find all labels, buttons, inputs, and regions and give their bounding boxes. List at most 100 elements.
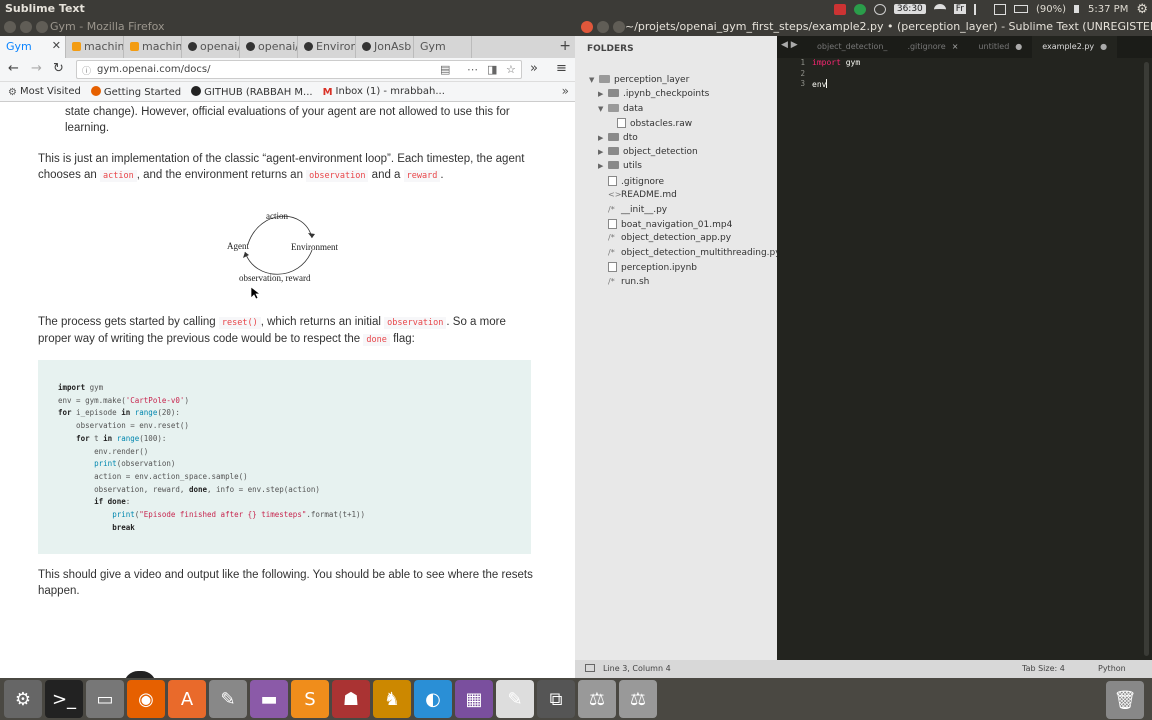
collapse-arrow-icon[interactable]: ▼ xyxy=(598,105,608,113)
presentation-icon[interactable]: ▬ xyxy=(250,680,288,718)
browser-tab[interactable]: JonAsb xyxy=(356,36,414,58)
text: . xyxy=(440,169,444,181)
tab-dirty-icon[interactable]: ● xyxy=(1100,42,1107,51)
editor-tab[interactable]: untitled ● xyxy=(968,36,1032,58)
reload-icon[interactable]: ↻ xyxy=(53,61,64,76)
tab-nav-arrows-icon[interactable]: ◀ ▶ xyxy=(781,40,798,50)
menu-hamburger-icon[interactable]: ≡ xyxy=(556,61,567,76)
window-minimize-icon[interactable] xyxy=(20,21,32,33)
tools-icon[interactable]: ✎ xyxy=(209,680,247,718)
chat-icon[interactable] xyxy=(873,3,886,15)
window-close-icon[interactable] xyxy=(581,21,593,33)
battery-level[interactable]: (90%) xyxy=(1036,4,1066,15)
media-control[interactable] xyxy=(124,671,156,678)
game2-icon[interactable]: ♞ xyxy=(373,680,411,718)
bookmarks-overflow-icon[interactable]: » xyxy=(562,84,569,98)
window1-icon[interactable]: ⧉ xyxy=(537,680,575,718)
tree-item[interactable]: <>README.md xyxy=(598,190,677,200)
tree-item[interactable]: /* object_detection_app.py xyxy=(598,233,731,243)
wifi-icon[interactable] xyxy=(933,3,946,15)
sync-icon[interactable] xyxy=(853,3,866,15)
tab-size[interactable]: Tab Size: 4 xyxy=(1022,664,1065,673)
timer-indicator[interactable]: 36:30 xyxy=(893,4,926,14)
scale1-icon[interactable]: ⚖ xyxy=(578,680,616,718)
forward-icon[interactable]: → xyxy=(31,61,42,76)
mail-icon[interactable] xyxy=(994,3,1007,15)
keyboard-layout[interactable]: Fr xyxy=(953,4,967,14)
expand-arrow-icon[interactable]: ▶ xyxy=(598,148,608,156)
expand-arrow-icon[interactable]: ▶ xyxy=(598,162,608,170)
tree-item[interactable]: boat_navigation_01.mp4 xyxy=(598,219,732,230)
info-icon[interactable]: ⓘ xyxy=(82,64,91,77)
tree-item[interactable]: .gitignore xyxy=(598,175,664,187)
syntax-selector[interactable]: Python xyxy=(1098,664,1126,673)
tree-item[interactable]: ▼ perception_layer xyxy=(589,75,689,85)
window-minimize-icon[interactable] xyxy=(597,21,609,33)
tree-item[interactable]: ▶ dto xyxy=(598,132,638,143)
reader-view-icon[interactable]: ▤ xyxy=(440,63,450,76)
browser-tab[interactable]: openai/ xyxy=(182,36,240,58)
editor-tab[interactable]: object_detection_ xyxy=(807,36,897,58)
firefox-icon[interactable]: ◉ xyxy=(127,680,165,718)
tab-close-icon[interactable]: ✕ xyxy=(52,39,61,52)
bookmark-inbox[interactable]: M Inbox (1) - mrabbah... xyxy=(323,86,445,98)
tree-item[interactable]: /* object_detection_multithreading.py xyxy=(598,248,781,258)
browser-tab[interactable]: Gym ✕ xyxy=(0,36,66,58)
trash-icon[interactable]: 🗑 xyxy=(1106,681,1144,719)
system-settings-icon[interactable]: ⚙ xyxy=(4,680,42,718)
bookmark-getting-started[interactable]: Getting Started xyxy=(90,85,181,98)
battery-icon[interactable] xyxy=(1014,5,1029,13)
mouse-cursor-icon xyxy=(250,286,260,300)
monitor-icon[interactable]: ▦ xyxy=(455,680,493,718)
bookmark-most-visited[interactable]: ⚙ Most Visited xyxy=(8,86,81,98)
browser-alt-icon[interactable]: ◐ xyxy=(414,680,452,718)
bookmark-github[interactable]: GITHUB (RABBAH M... xyxy=(191,85,313,98)
tree-item[interactable]: /* run.sh xyxy=(598,277,649,287)
editor-scrollbar[interactable] xyxy=(1144,62,1149,656)
browser-tab[interactable]: machine xyxy=(124,36,182,58)
tree-item[interactable]: /* __init__.py xyxy=(598,205,667,215)
page-actions-icon[interactable]: ⋯ xyxy=(467,63,478,76)
window-maximize-icon[interactable] xyxy=(613,21,625,33)
tree-item[interactable]: obstacles.raw xyxy=(607,118,692,129)
text-editor-icon[interactable]: ✎ xyxy=(496,680,534,718)
tree-item[interactable]: ▶ object_detection xyxy=(598,147,698,157)
back-icon[interactable]: ← xyxy=(8,61,19,76)
tree-item[interactable]: ▼ data xyxy=(598,103,643,114)
new-tab-icon[interactable]: + xyxy=(559,38,571,54)
record-icon[interactable] xyxy=(833,3,846,15)
browser-tab[interactable]: openai/ xyxy=(240,36,298,58)
url-bar[interactable]: ⓘ gym.openai.com/docs/ ▤ ⋯ ◨ ☆ xyxy=(76,60,522,79)
sublime-icon[interactable]: S xyxy=(291,680,329,718)
collapse-arrow-icon[interactable]: ▼ xyxy=(589,76,599,84)
software-center-icon[interactable]: A xyxy=(168,680,206,718)
expand-arrow-icon[interactable]: ▶ xyxy=(598,90,608,98)
clock[interactable]: 5:37 PM xyxy=(1088,4,1128,15)
volume-icon[interactable] xyxy=(1074,5,1080,13)
game-icon[interactable]: ☗ xyxy=(332,680,370,718)
tree-item[interactable]: ▶ .ipynb_checkpoints xyxy=(598,89,709,99)
panel-toggle-icon[interactable] xyxy=(585,664,595,672)
settings-gear-icon[interactable]: ⚙ xyxy=(1136,2,1148,17)
pocket-icon[interactable]: ◨ xyxy=(487,63,497,76)
window-maximize-icon[interactable] xyxy=(36,21,48,33)
github-icon xyxy=(246,42,255,51)
bluetooth-icon[interactable] xyxy=(974,3,986,15)
editor-tab[interactable]: .gitignore × xyxy=(897,36,968,58)
tree-item[interactable]: ▶ utils xyxy=(598,161,642,171)
scale2-icon[interactable]: ⚖ xyxy=(619,680,657,718)
browser-tab[interactable]: Gym xyxy=(414,36,472,58)
code-editor[interactable]: import gym env xyxy=(812,58,860,90)
tree-item[interactable]: perception.ipynb xyxy=(598,262,697,273)
browser-tab[interactable]: Environ xyxy=(298,36,356,58)
expand-arrow-icon[interactable]: ▶ xyxy=(598,134,608,142)
terminal-icon[interactable]: >_ xyxy=(45,680,83,718)
window-close-icon[interactable] xyxy=(4,21,16,33)
editor-tab-active[interactable]: example2.py ● xyxy=(1032,36,1118,58)
files-icon[interactable]: ▭ xyxy=(86,680,124,718)
tab-close-icon[interactable]: × xyxy=(952,42,959,51)
overflow-chevron-icon[interactable]: » xyxy=(530,61,538,76)
bookmark-star-icon[interactable]: ☆ xyxy=(506,63,516,76)
browser-tab[interactable]: machine xyxy=(66,36,124,58)
tab-dirty-icon[interactable]: ● xyxy=(1015,42,1022,51)
